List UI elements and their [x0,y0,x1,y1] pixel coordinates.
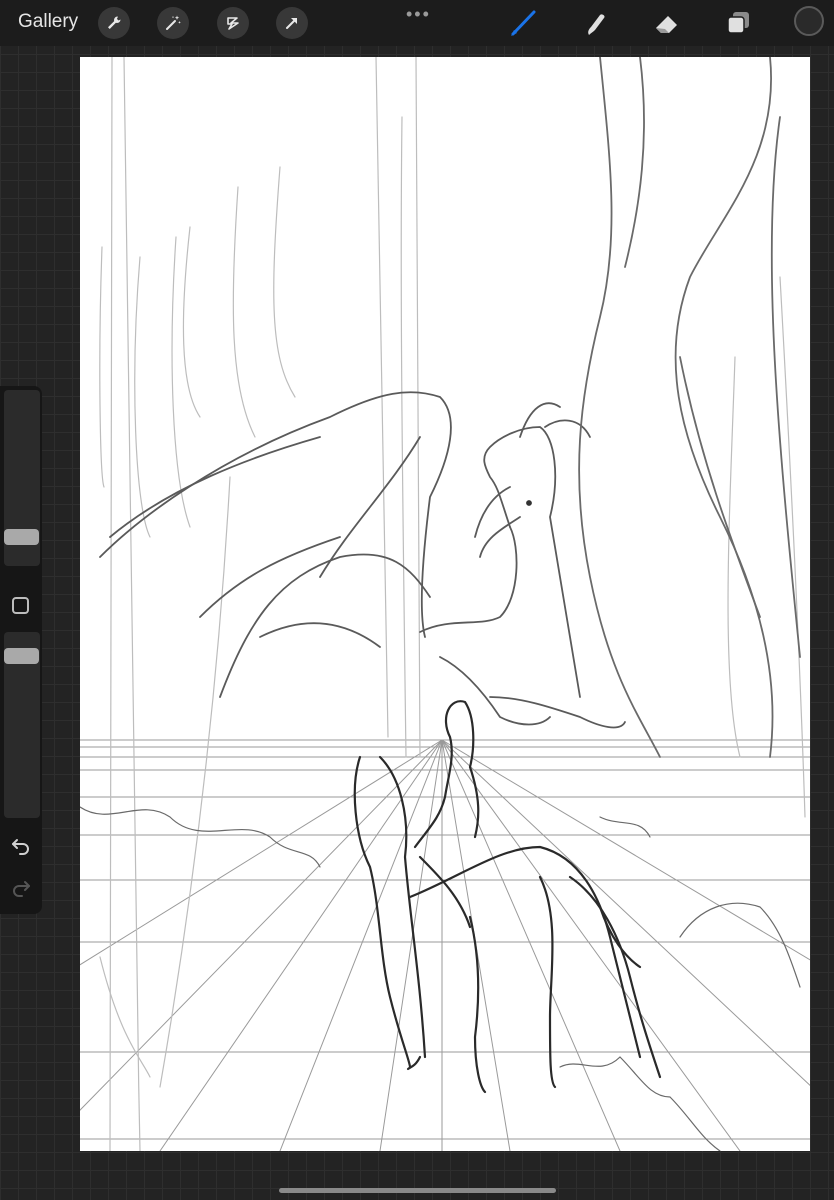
wrench-icon [108,16,121,29]
undo-icon[interactable] [9,834,33,858]
selection-button[interactable] [217,7,249,39]
top-toolbar: Gallery ••• [0,0,834,46]
brush-size-thumb[interactable] [4,529,39,545]
gallery-button[interactable]: Gallery [18,11,78,33]
adjustments-button[interactable] [157,7,189,39]
sketch-artwork [80,57,810,1151]
brush-icon [511,10,536,36]
selection-icon [227,17,239,30]
smudge-tool[interactable] [580,8,610,38]
transform-button[interactable] [276,7,308,39]
layers-tool[interactable] [724,8,754,38]
left-sidebar [0,386,42,914]
brush-tool[interactable] [508,8,538,38]
eraser-icon [656,16,677,33]
more-options-icon[interactable]: ••• [406,4,431,25]
actions-button[interactable] [98,7,130,39]
redo-icon[interactable] [9,876,33,900]
brush-opacity-thumb[interactable] [4,648,39,664]
transform-arrow-icon [286,18,297,29]
magic-wand-icon [166,15,181,30]
eraser-tool[interactable] [652,8,682,38]
smudge-icon [588,14,605,35]
modify-button[interactable] [12,597,29,614]
color-picker-swatch[interactable] [794,6,824,36]
home-indicator [279,1188,556,1193]
drawing-canvas[interactable] [80,57,810,1151]
layers-icon [727,12,749,34]
